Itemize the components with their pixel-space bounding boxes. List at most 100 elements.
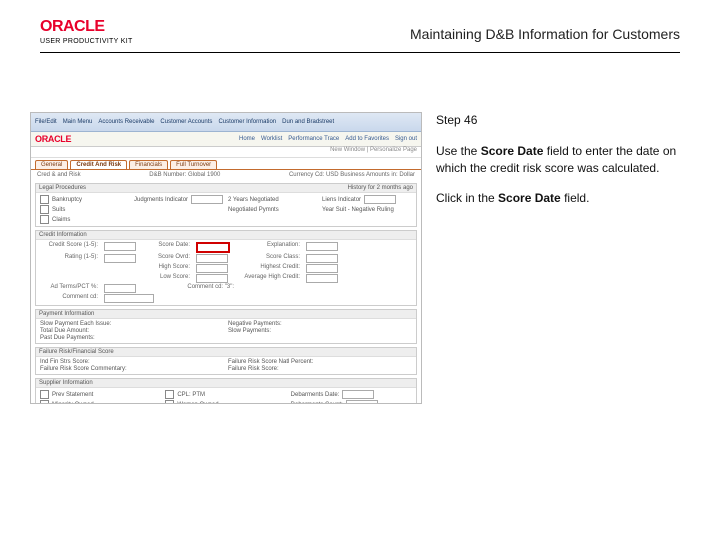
lbl: Ad Terms/PCT %:	[40, 284, 100, 293]
lbl: Women Owned	[177, 402, 218, 405]
section-failure: Failure Risk/Financial Score Ind Fin Str…	[35, 347, 417, 375]
lbl: Liens Indicator	[322, 197, 361, 203]
avg-high-credit-input[interactable]	[306, 274, 338, 283]
menu-item[interactable]: Main Menu	[63, 119, 93, 125]
lbl: Debarments Date:	[291, 392, 340, 398]
lbl: Total Due Amount:	[40, 328, 89, 334]
section-title: Supplier Information	[39, 380, 93, 386]
lbl: Failure Risk Score Commentary:	[40, 366, 127, 372]
app-screenshot: File/Edit Main Menu Accounts Receivable …	[30, 112, 422, 404]
brand-main: ORACLE	[40, 18, 133, 36]
info-strip: Cred & and Risk D&B Number: Global 1900 …	[31, 170, 421, 180]
lbl: Year Suit - Negative Ruling	[322, 207, 394, 213]
score-class-input[interactable]	[306, 254, 338, 263]
lbl: Ind Fin Strs Score:	[40, 359, 90, 365]
debarments-date-input[interactable]	[342, 390, 374, 399]
checkbox[interactable]	[40, 400, 49, 404]
lbl: Past Due Payments:	[40, 335, 95, 341]
app-brand: ORACLE	[35, 134, 71, 144]
section-title: Failure Risk/Financial Score	[39, 349, 114, 355]
credit-score-input[interactable]	[104, 242, 136, 251]
lbl: Highest Credit:	[240, 264, 302, 273]
low-score-input[interactable]	[196, 274, 228, 283]
score-date-input[interactable]	[196, 242, 230, 253]
lbl: 2 Years Negotiated	[228, 197, 279, 203]
lbl: Slow Payments:	[228, 328, 271, 334]
menu-item[interactable]: Accounts Receivable	[98, 119, 154, 125]
checkbox[interactable]	[165, 400, 174, 404]
lbl: Prev Statement	[52, 392, 93, 398]
page-title: Maintaining D&B Information for Customer…	[410, 26, 680, 42]
info-right: Currency Cd: USD Business Amounts in: Do…	[289, 172, 415, 178]
menu-item[interactable]: Customer Information	[218, 119, 276, 125]
high-score-input[interactable]	[196, 264, 228, 273]
lbl: Credit Score (1-5):	[40, 242, 100, 253]
lbl: Bankruptcy	[52, 197, 82, 203]
app-toolbar: New Window | Personalize Page	[31, 147, 421, 158]
bold-text: Score Date	[498, 191, 561, 205]
lbl: Slow Payment Each Issue:	[40, 321, 111, 327]
lbl: Judgments Indicator	[134, 197, 188, 203]
tab-general[interactable]: General	[35, 160, 68, 169]
lbl: Rating (1-5):	[40, 254, 100, 263]
lbl: Suits	[52, 207, 65, 213]
tab-credit-and-risk[interactable]: Credit And Risk	[70, 160, 127, 169]
text: Click in the	[436, 191, 498, 205]
input[interactable]	[191, 195, 223, 204]
debarments-count-input[interactable]	[346, 400, 378, 404]
checkbox[interactable]	[40, 390, 49, 399]
highest-credit-input[interactable]	[306, 264, 338, 273]
checkbox[interactable]	[40, 195, 49, 204]
lbl: Comment cd: "3":	[142, 284, 236, 293]
lbl: Negotiated Pymnts	[228, 207, 279, 213]
explanation-input[interactable]	[306, 242, 338, 251]
tab-financials[interactable]: Financials	[129, 160, 168, 169]
menu-item[interactable]: Dun and Bradstreet	[282, 119, 334, 125]
instruction-panel: Step 46 Use the Score Date field to ente…	[436, 112, 686, 221]
score-ovrd-input[interactable]	[196, 254, 228, 263]
brand-sub: USER PRODUCTIVITY KIT	[40, 38, 133, 45]
section-subright: History for 2 months ago	[348, 185, 413, 191]
section-title: Legal Procedures	[39, 185, 86, 191]
lbl-score-date: Score Date:	[142, 242, 192, 253]
ad-terms-input[interactable]	[104, 284, 136, 293]
nav-link[interactable]: Add to Favorites	[345, 136, 389, 142]
lbl: Debarments Count:	[291, 402, 343, 405]
toolbar-links[interactable]: New Window | Personalize Page	[330, 147, 417, 153]
rating-input[interactable]	[104, 254, 136, 263]
section-title: Credit Information	[39, 232, 87, 238]
app-breadcrumb: File/Edit Main Menu Accounts Receivable …	[31, 113, 421, 132]
bold-text: Score Date	[481, 144, 547, 158]
section-legal: Legal Procedures History for 2 months ag…	[35, 183, 417, 227]
menu-item[interactable]: Customer Accounts	[160, 119, 212, 125]
instruction-1: Use the Score Date field to enter the da…	[436, 143, 686, 177]
checkbox[interactable]	[165, 390, 174, 399]
menu-item[interactable]: File/Edit	[35, 119, 57, 125]
section-credit: Credit Information Credit Score (1-5): S…	[35, 230, 417, 306]
text: field.	[561, 191, 590, 205]
comment-input[interactable]	[104, 294, 154, 303]
lbl: CPL: PTM	[177, 392, 205, 398]
lbl: Score Ovrd:	[142, 254, 192, 263]
lbl: Average High Credit:	[240, 274, 302, 283]
lbl: Failure Risk Score Natl Percent:	[228, 359, 313, 365]
step-label: Step 46	[436, 112, 686, 129]
lbl: Minority Owned	[52, 402, 94, 405]
section-payment: Payment Information Slow Payment Each Is…	[35, 309, 417, 344]
lbl: High Score:	[142, 264, 192, 273]
nav-link[interactable]: Home	[239, 136, 255, 142]
header-rule	[40, 52, 680, 53]
nav-link[interactable]: Sign out	[395, 136, 417, 142]
checkbox[interactable]	[40, 205, 49, 214]
nav-link[interactable]: Worklist	[261, 136, 282, 142]
lbl: Comment cd:	[40, 294, 100, 303]
text: Use the	[436, 144, 481, 158]
section-title: Payment Information	[39, 311, 94, 317]
input[interactable]	[364, 195, 396, 204]
tab-full-turnover[interactable]: Full Turnover	[170, 160, 217, 169]
lbl: Failure Risk Score:	[228, 366, 279, 372]
lbl: Negative Payments:	[228, 321, 282, 327]
instruction-2: Click in the Score Date field.	[436, 190, 686, 207]
nav-link[interactable]: Performance Trace	[288, 136, 339, 142]
checkbox[interactable]	[40, 215, 49, 224]
